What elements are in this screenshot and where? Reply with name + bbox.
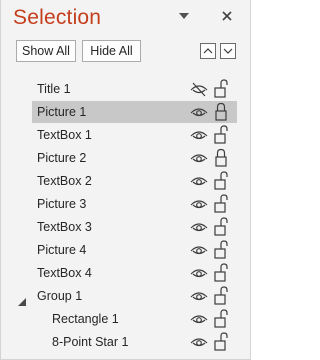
pane-title: Selection	[13, 6, 102, 29]
lock-icon[interactable]	[214, 102, 228, 121]
item-label: TextBox 1	[37, 128, 92, 142]
list-item-textbox-3[interactable]: TextBox 3	[1, 216, 252, 238]
list-item-picture-4[interactable]: Picture 4	[1, 239, 252, 261]
eye-icon[interactable]	[190, 104, 208, 120]
item-label: Picture 1	[37, 105, 87, 119]
item-label: Group 1	[37, 289, 83, 303]
hide-all-button[interactable]: Hide All	[82, 40, 141, 62]
list-item-group-1[interactable]: Group 1	[1, 285, 252, 307]
item-label: TextBox 4	[37, 266, 92, 280]
eye-icon[interactable]	[190, 288, 208, 304]
lock-icon[interactable]	[214, 148, 228, 167]
item-label: TextBox 3	[37, 220, 92, 234]
list-item-title-1[interactable]: Title 1	[1, 78, 252, 100]
selection-pane: Selection Show All Hide All Title 1 Pictu…	[0, 0, 251, 360]
item-label: Picture 2	[37, 151, 87, 165]
unlock-icon[interactable]	[214, 171, 228, 190]
list-item-textbox-1[interactable]: TextBox 1	[1, 124, 252, 146]
list-item-rectangle-1[interactable]: Rectangle 1	[1, 308, 252, 330]
item-label: Picture 4	[37, 243, 87, 257]
list-item-textbox-2[interactable]: TextBox 2	[1, 170, 252, 192]
eye-icon[interactable]	[190, 311, 208, 327]
eye-icon[interactable]	[190, 150, 208, 166]
item-label: TextBox 2	[37, 174, 92, 188]
unlock-icon[interactable]	[214, 194, 228, 213]
eye-icon[interactable]	[190, 196, 208, 212]
unlock-icon[interactable]	[214, 240, 228, 259]
unlock-icon[interactable]	[214, 286, 228, 305]
eye-slash-icon[interactable]	[190, 81, 208, 97]
list-item-textbox-4[interactable]: TextBox 4	[1, 262, 252, 284]
eye-icon[interactable]	[190, 265, 208, 281]
eye-icon[interactable]	[190, 219, 208, 235]
unlock-icon[interactable]	[214, 79, 228, 98]
close-icon	[222, 11, 232, 21]
eye-icon[interactable]	[190, 173, 208, 189]
unlock-icon[interactable]	[214, 125, 228, 144]
unlock-icon[interactable]	[214, 309, 228, 328]
list-item-picture-3[interactable]: Picture 3	[1, 193, 252, 215]
list-item-picture-1[interactable]: Picture 1	[1, 101, 252, 123]
eye-icon[interactable]	[190, 127, 208, 143]
bring-forward-button[interactable]	[200, 43, 216, 59]
group-collapse-icon[interactable]	[18, 293, 26, 306]
item-label: Title 1	[37, 82, 71, 96]
send-backward-button[interactable]	[220, 43, 236, 59]
caret-down-icon	[179, 13, 189, 19]
list-item-picture-2[interactable]: Picture 2	[1, 147, 252, 169]
chevron-down-icon	[223, 48, 233, 54]
unlock-icon[interactable]	[214, 217, 228, 236]
show-all-button[interactable]: Show All	[16, 40, 76, 62]
pane-options-button[interactable]	[175, 7, 193, 25]
close-pane-button[interactable]	[218, 7, 236, 25]
chevron-up-icon	[203, 48, 213, 54]
item-label: 8-Point Star 1	[52, 335, 129, 349]
list-item-8-point-star-1[interactable]: 8-Point Star 1	[1, 331, 252, 353]
item-label: Picture 3	[37, 197, 87, 211]
item-label: Rectangle 1	[52, 312, 119, 326]
eye-icon[interactable]	[190, 334, 208, 350]
unlock-icon[interactable]	[214, 332, 228, 351]
unlock-icon[interactable]	[214, 263, 228, 282]
eye-icon[interactable]	[190, 242, 208, 258]
